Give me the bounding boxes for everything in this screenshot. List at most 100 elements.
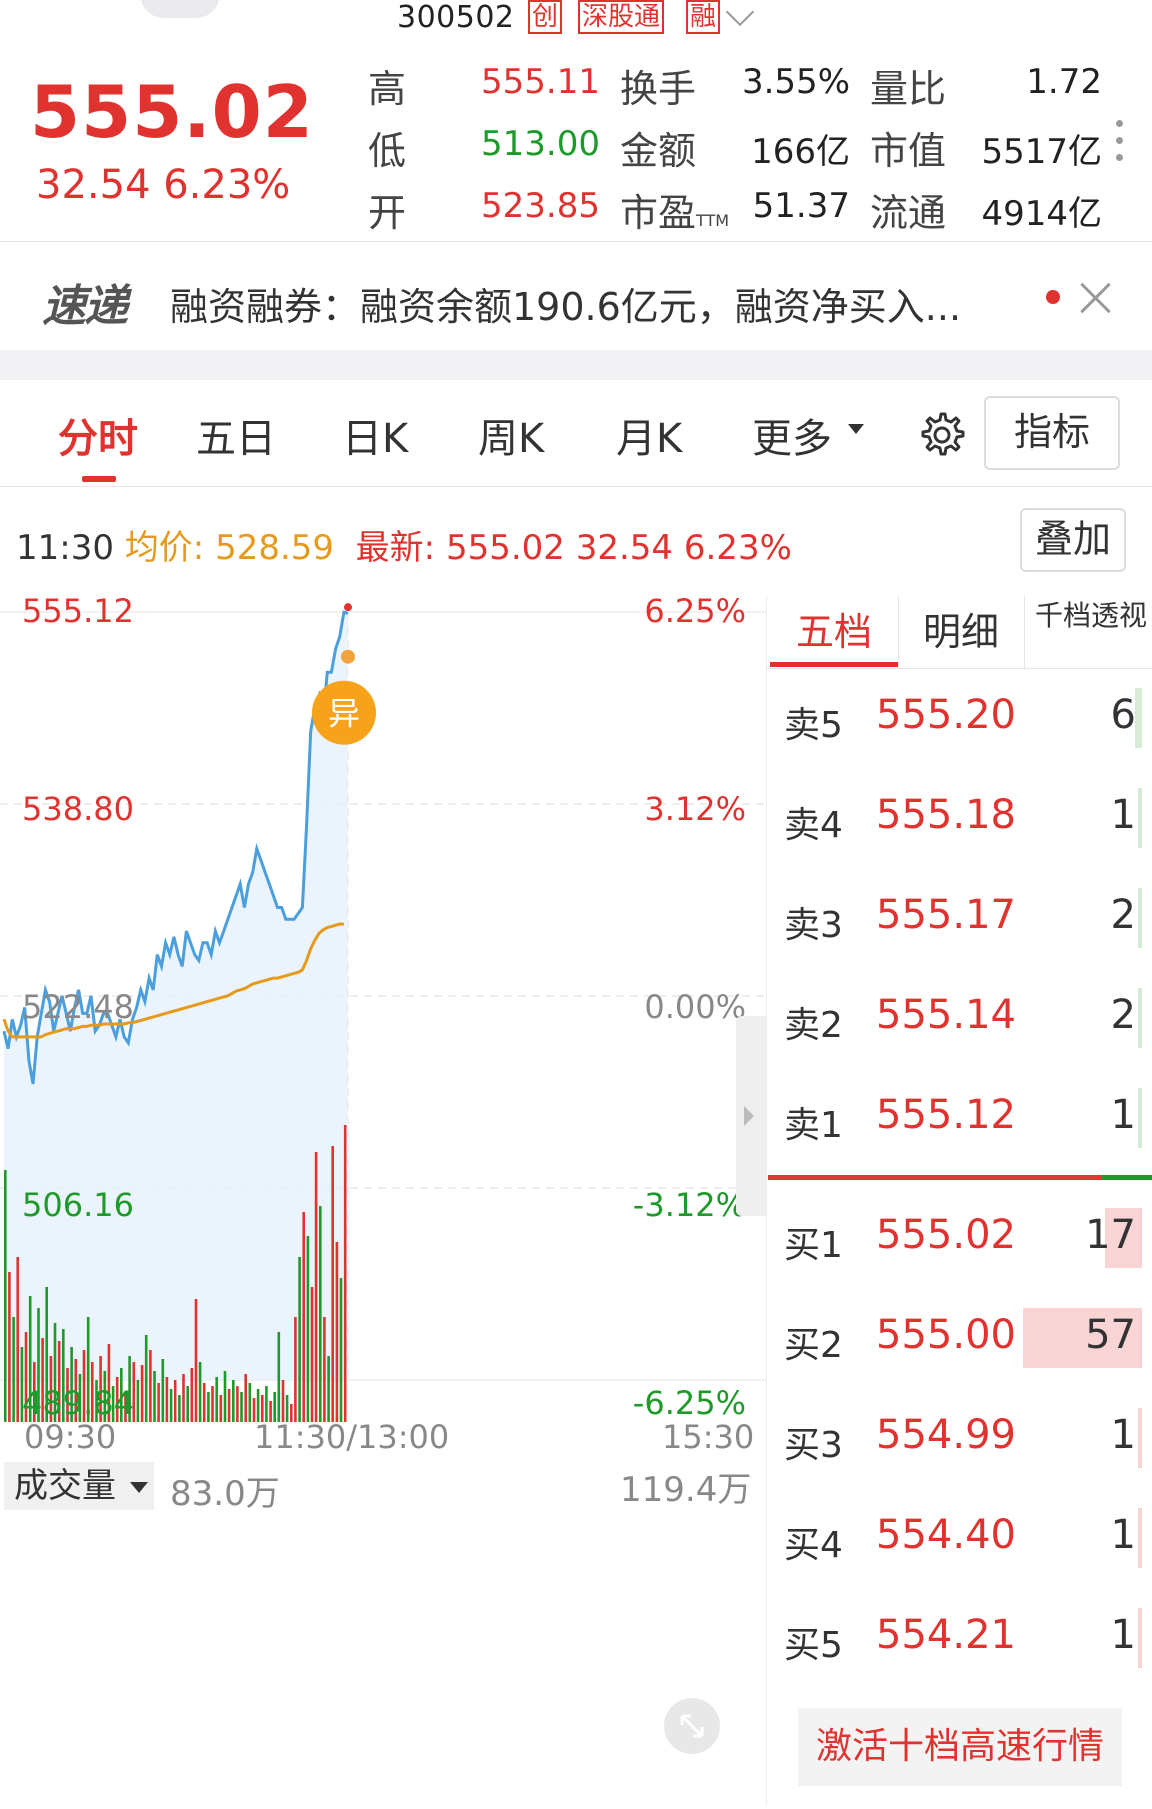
sell-qty: 1 [1110, 792, 1136, 838]
volume-bar [232, 1380, 235, 1422]
volume-bar [202, 1383, 206, 1422]
quote-label-high: 高 [368, 67, 407, 111]
volume-bar [319, 1206, 322, 1422]
x-axis-label: 09:30 [24, 1418, 117, 1456]
sell-qty-bar [1138, 1088, 1142, 1148]
divider [0, 486, 1152, 487]
current-price: 555.02 [30, 70, 314, 154]
volume-bar [169, 1389, 173, 1422]
volume-bar [339, 1278, 343, 1422]
sell-row[interactable]: 卖3 555.17 2 [770, 888, 1142, 948]
tab-monthly-k[interactable]: 月K [616, 406, 682, 464]
volume-value: 83.0万 [170, 1474, 280, 1514]
sell-qty: 2 [1110, 892, 1136, 938]
y-axis-left-label: 538.80 [22, 790, 134, 828]
last-price-dot [344, 603, 352, 612]
more-vertical-icon[interactable] [1116, 120, 1124, 162]
buy-price: 555.00 [876, 1312, 1016, 1358]
volume-bar [194, 1299, 198, 1422]
y-axis-right-label: 6.25% [644, 592, 746, 630]
x-axis-label: 11:30/13:00 [254, 1418, 450, 1456]
quote-value-volume-ratio: 1.72 [1026, 62, 1102, 102]
volume-bar [294, 1317, 297, 1422]
volume-bar [227, 1389, 231, 1422]
sell-row[interactable]: 卖5 555.20 6 [770, 688, 1142, 748]
volume-bar [298, 1257, 301, 1422]
gear-icon[interactable] [916, 410, 966, 460]
buy-level-name: 买1 [784, 1225, 843, 1266]
buy-level-name: 买4 [784, 1525, 843, 1566]
sell-price: 555.20 [876, 692, 1016, 738]
active-tab-indicator [82, 476, 116, 482]
buy-row[interactable]: 买4 554.40 1 [770, 1508, 1142, 1568]
buy-qty: 17 [1085, 1212, 1136, 1258]
buy-price: 555.02 [876, 1212, 1016, 1258]
sell-qty: 1 [1110, 1092, 1136, 1138]
volume-max: 119.4万 [620, 1470, 752, 1510]
avg-value: 528.59 [215, 528, 335, 568]
volume-bar [190, 1368, 194, 1422]
tab-weekly-k[interactable]: 周K [478, 406, 544, 464]
news-ticker[interactable]: 融资融券：融资余额190.6亿元，融资净买入... [170, 276, 1040, 331]
buy-level-name: 买3 [784, 1425, 843, 1466]
quote-value-turnover: 3.55% [741, 62, 850, 102]
y-axis-right-label: 3.12% [644, 790, 746, 828]
tab-more[interactable]: 更多 [752, 406, 832, 464]
tag-margin: 融 [686, 0, 721, 34]
volume-bar [306, 1236, 310, 1422]
tab-five-level[interactable]: 五档 [770, 596, 898, 668]
volume-bar [4, 1170, 7, 1422]
chevron-down-icon[interactable] [725, 0, 755, 27]
collapse-panel-handle[interactable] [736, 1016, 766, 1216]
alert-badge[interactable]: 异 [312, 680, 376, 745]
sell-price: 555.14 [876, 992, 1016, 1038]
overlay-button[interactable]: 叠加 [1020, 508, 1126, 572]
volume-bar [16, 1257, 19, 1422]
avg-label: 均价: [124, 528, 205, 568]
avatar[interactable] [140, 0, 220, 18]
sell-qty: 2 [1110, 992, 1136, 1038]
sell-level-name: 卖4 [784, 805, 843, 846]
sell-row[interactable]: 卖4 555.18 1 [770, 788, 1142, 848]
y-axis-left-label: 489.84 [22, 1384, 134, 1422]
tab-intraday[interactable]: 分时 [58, 406, 138, 464]
tab-daily-k[interactable]: 日K [342, 406, 408, 464]
tab-detail[interactable]: 明细 [898, 596, 1024, 668]
indicator-button[interactable]: 指标 [984, 396, 1120, 470]
quote-value-amount: 166亿 [751, 132, 850, 172]
volume-bar [140, 1365, 144, 1422]
buy-row[interactable]: 买1 555.02 17 [770, 1208, 1142, 1268]
sell-qty-bar [1138, 888, 1142, 948]
buy-price: 554.40 [876, 1512, 1016, 1558]
latest-value: 555.02 32.54 6.23% [445, 528, 792, 568]
close-icon[interactable] [1076, 278, 1116, 318]
volume-bar [223, 1371, 227, 1422]
sell-level-name: 卖5 [784, 705, 843, 746]
sell-price: 555.12 [876, 1092, 1016, 1138]
sell-row[interactable]: 卖2 555.14 2 [770, 988, 1142, 1048]
sell-level-name: 卖1 [784, 1105, 843, 1146]
volume-bar [157, 1383, 160, 1422]
sell-row[interactable]: 卖1 555.12 1 [770, 1088, 1142, 1148]
quote-label-float: 流通 [870, 191, 947, 235]
tab-depth-view[interactable]: 千档透视 [1030, 596, 1152, 668]
buy-row[interactable]: 买5 554.21 1 [770, 1608, 1142, 1668]
sell-price: 555.18 [876, 792, 1016, 838]
expand-icon[interactable] [664, 1698, 720, 1754]
tab-five-day[interactable]: 五日 [196, 406, 276, 464]
buy-row[interactable]: 买3 554.99 1 [770, 1408, 1142, 1468]
tag-chinext: 创 [528, 0, 563, 34]
quote-label-turnover: 换手 [620, 67, 697, 111]
volume-bar [240, 1392, 243, 1422]
y-axis-left-label: 506.16 [22, 1186, 134, 1224]
buy-level-name: 买2 [784, 1325, 843, 1366]
buy-price: 554.21 [876, 1612, 1016, 1658]
change-percent: 6.23% [163, 162, 291, 208]
active-tab-indicator [770, 662, 898, 667]
volume-bar [314, 1152, 318, 1422]
quote-label-pe: 市盈TTM [620, 191, 730, 235]
activate-level10-button[interactable]: 激活十档高速行情 [798, 1708, 1122, 1786]
info-time: 11:30 [16, 528, 114, 568]
buy-row[interactable]: 买2 555.00 57 [770, 1308, 1142, 1368]
volume-bar [302, 1212, 305, 1422]
